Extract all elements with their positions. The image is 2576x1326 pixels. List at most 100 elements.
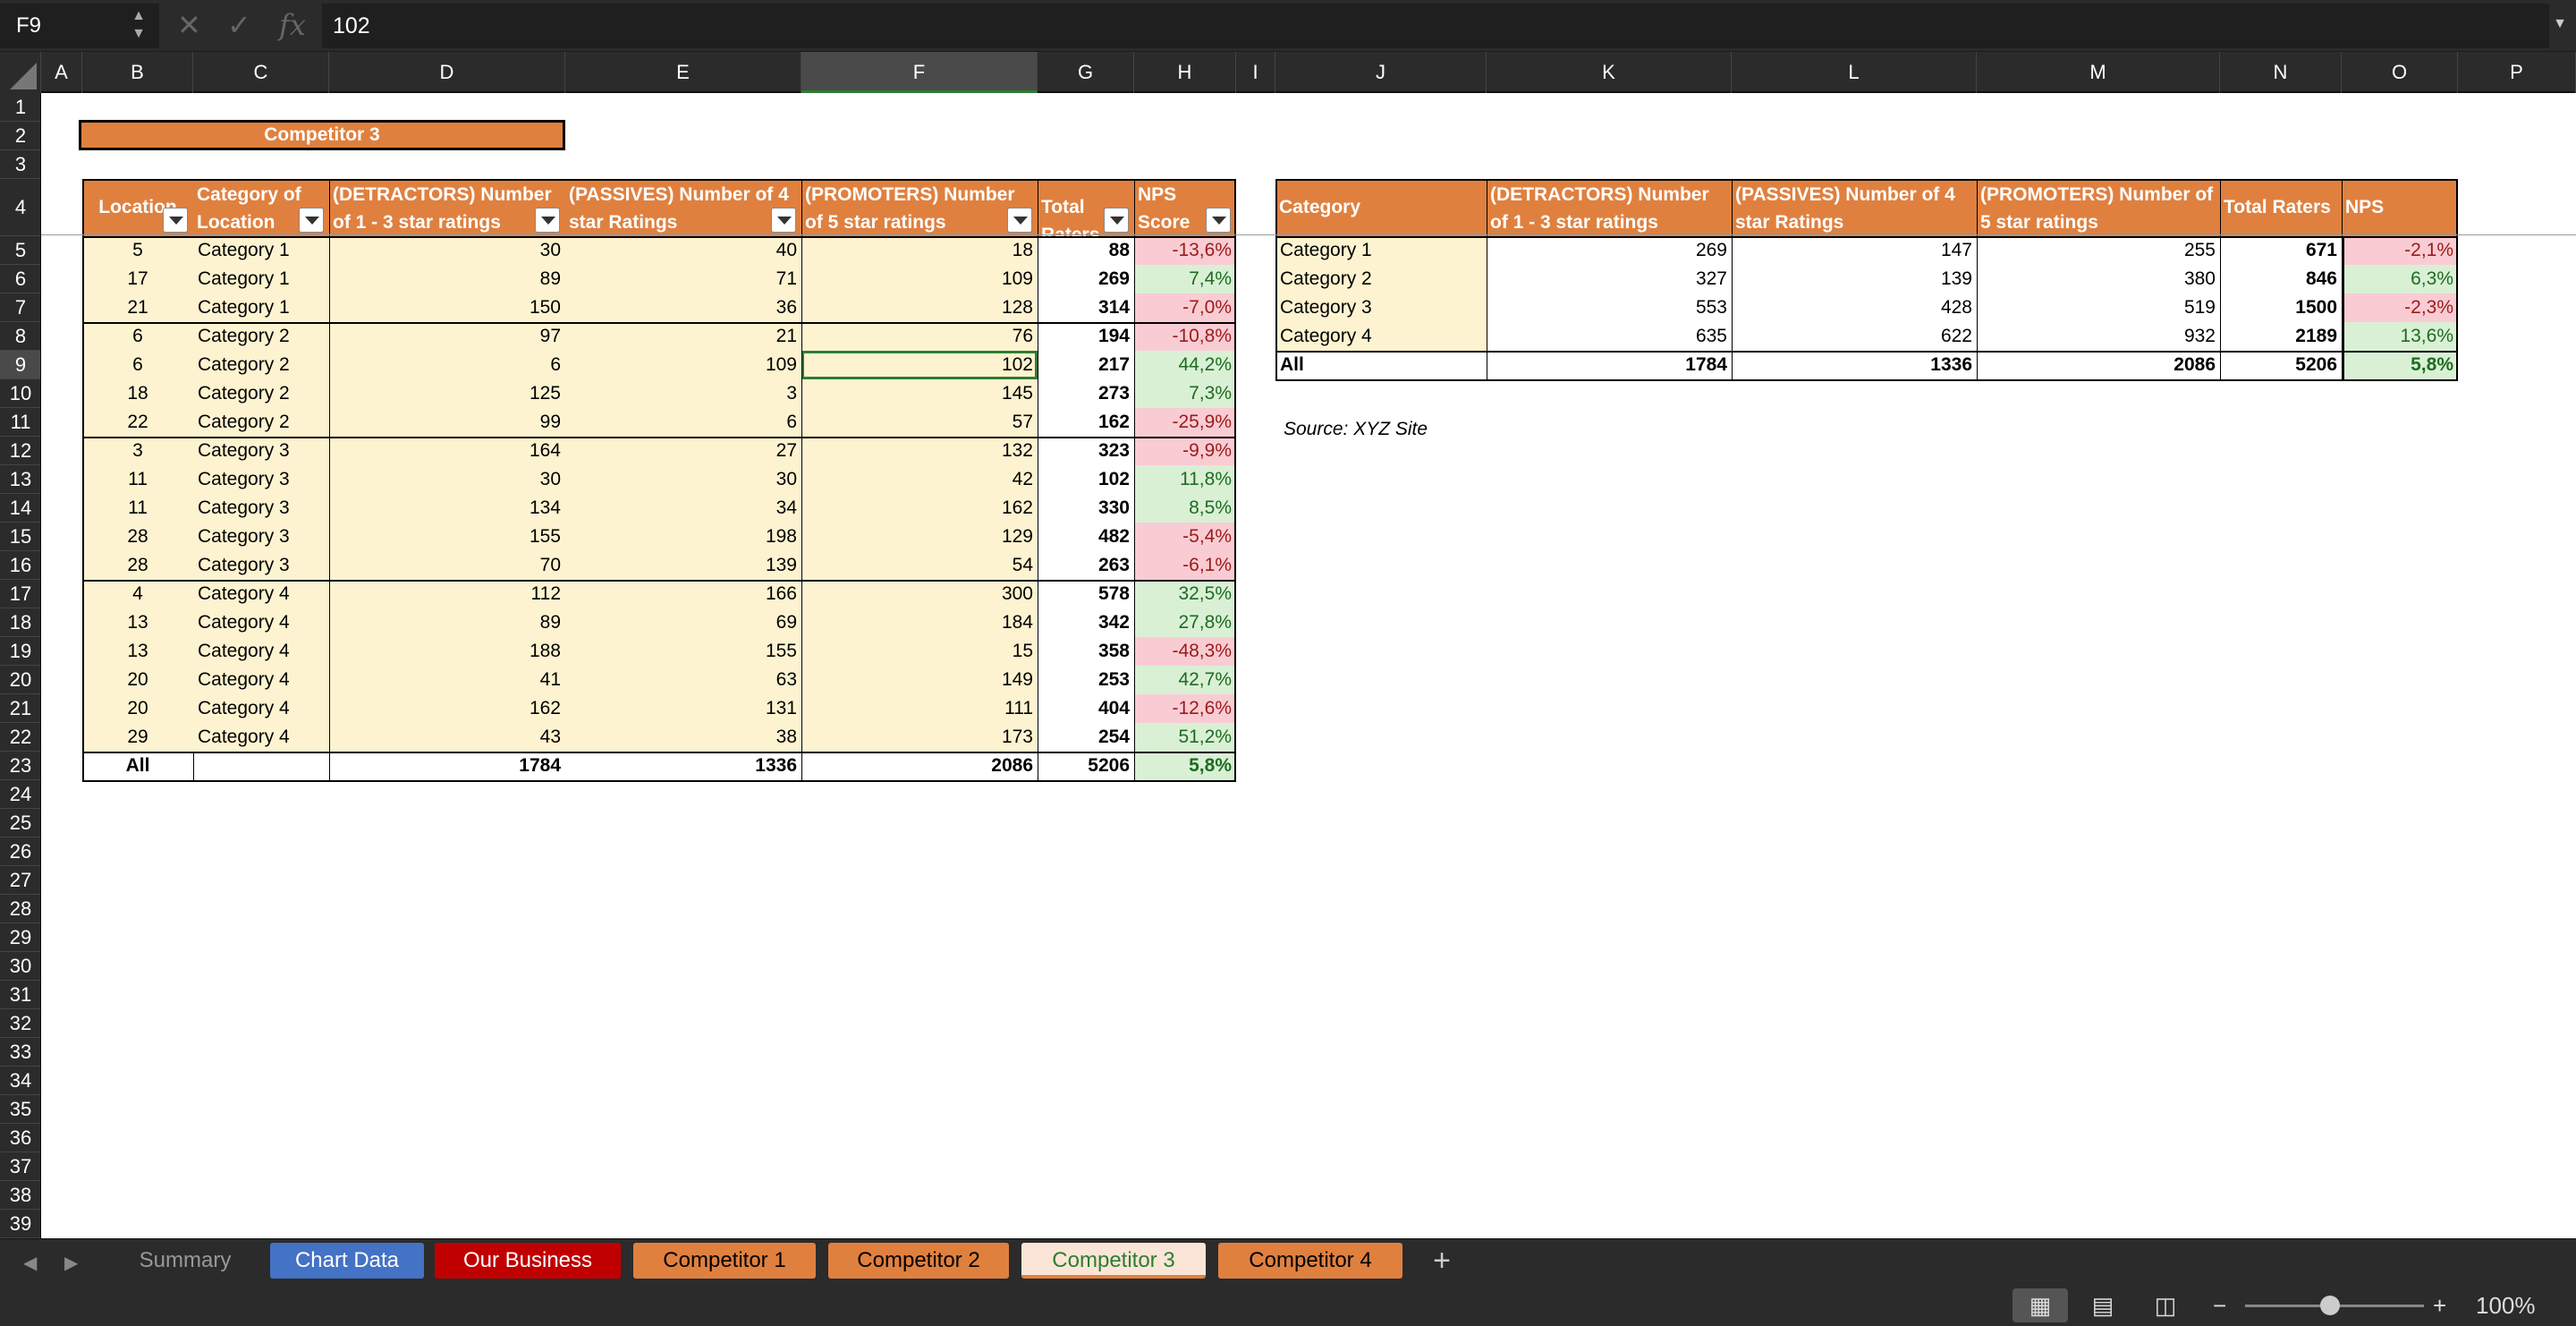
row-header-19[interactable]: 19: [0, 637, 40, 666]
confirm-icon[interactable]: ✓: [227, 9, 251, 41]
right-cell[interactable]: 147: [1732, 236, 1977, 265]
right-total-cell[interactable]: All: [1275, 351, 1487, 379]
tab-chart-data[interactable]: Chart Data: [270, 1243, 424, 1279]
left-cell[interactable]: 129: [801, 523, 1038, 551]
formula-input[interactable]: 102: [322, 4, 2549, 48]
left-cell[interactable]: 8,5%: [1134, 494, 1236, 523]
left-cell[interactable]: 20: [82, 666, 193, 694]
left-cell[interactable]: 6: [329, 351, 565, 379]
left-cell[interactable]: 162: [329, 694, 565, 723]
row-header-12[interactable]: 12: [0, 437, 40, 465]
column-header-f[interactable]: F: [801, 52, 1038, 93]
row-header-32[interactable]: 32: [0, 1009, 40, 1038]
column-header-k[interactable]: K: [1487, 52, 1732, 93]
left-cell[interactable]: 482: [1038, 523, 1134, 551]
row-header-7[interactable]: 7: [0, 293, 40, 322]
left-cell[interactable]: 358: [1038, 637, 1134, 666]
tab-scroll-right-icon[interactable]: ▶: [64, 1252, 78, 1274]
left-cell[interactable]: 21: [82, 293, 193, 322]
left-cell[interactable]: Category 4: [193, 694, 329, 723]
left-cell[interactable]: 578: [1038, 580, 1134, 608]
right-cell[interactable]: 327: [1487, 265, 1732, 293]
left-cell[interactable]: 253: [1038, 666, 1134, 694]
filter-dropdown-icon[interactable]: [299, 208, 324, 233]
function-icon[interactable]: fx: [279, 9, 306, 41]
column-header-g[interactable]: G: [1038, 52, 1134, 93]
tab-competitor-4[interactable]: Competitor 4: [1218, 1243, 1402, 1279]
left-cell[interactable]: 162: [801, 494, 1038, 523]
filter-dropdown-icon[interactable]: [163, 208, 188, 233]
left-cell[interactable]: -10,8%: [1134, 322, 1236, 351]
right-cell[interactable]: 139: [1732, 265, 1977, 293]
zoom-out-button[interactable]: −: [2213, 1292, 2226, 1320]
right-cell[interactable]: 635: [1487, 322, 1732, 351]
left-cell[interactable]: 28: [82, 523, 193, 551]
left-cell[interactable]: 18: [82, 379, 193, 408]
left-cell[interactable]: 132: [801, 437, 1038, 465]
left-cell[interactable]: 63: [565, 666, 801, 694]
column-header-p[interactable]: P: [2458, 52, 2576, 93]
left-cell[interactable]: 69: [565, 608, 801, 637]
left-cell[interactable]: 150: [329, 293, 565, 322]
left-cell[interactable]: -6,1%: [1134, 551, 1236, 580]
left-total-cell[interactable]: All: [82, 752, 193, 780]
row-header-29[interactable]: 29: [0, 923, 40, 952]
left-total-cell[interactable]: 5,8%: [1134, 752, 1236, 780]
left-cell[interactable]: 145: [801, 379, 1038, 408]
left-cell[interactable]: Category 2: [193, 322, 329, 351]
left-cell[interactable]: 139: [565, 551, 801, 580]
left-cell[interactable]: 134: [329, 494, 565, 523]
left-cell[interactable]: -13,6%: [1134, 236, 1236, 265]
left-cell[interactable]: 173: [801, 723, 1038, 752]
right-cell[interactable]: 255: [1977, 236, 2220, 265]
left-cell[interactable]: 269: [1038, 265, 1134, 293]
right-cell[interactable]: 1500: [2220, 293, 2342, 322]
left-cell[interactable]: -12,6%: [1134, 694, 1236, 723]
left-cell[interactable]: 30: [565, 465, 801, 494]
left-cell[interactable]: Category 4: [193, 608, 329, 637]
left-cell[interactable]: 34: [565, 494, 801, 523]
left-cell[interactable]: 32,5%: [1134, 580, 1236, 608]
left-cell[interactable]: 131: [565, 694, 801, 723]
row-header-28[interactable]: 28: [0, 895, 40, 923]
right-total-cell[interactable]: 5206: [2220, 351, 2342, 379]
column-header-h[interactable]: H: [1134, 52, 1236, 93]
left-cell[interactable]: 164: [329, 437, 565, 465]
right-cell[interactable]: Category 3: [1275, 293, 1487, 322]
left-cell[interactable]: 323: [1038, 437, 1134, 465]
column-header-d[interactable]: D: [329, 52, 565, 93]
row-header-27[interactable]: 27: [0, 866, 40, 895]
left-cell[interactable]: 36: [565, 293, 801, 322]
right-cell[interactable]: 671: [2220, 236, 2342, 265]
left-cell[interactable]: 27: [565, 437, 801, 465]
left-cell[interactable]: 155: [329, 523, 565, 551]
left-cell[interactable]: 71: [565, 265, 801, 293]
left-cell[interactable]: Category 4: [193, 666, 329, 694]
left-cell[interactable]: 18: [801, 236, 1038, 265]
column-header-l[interactable]: L: [1732, 52, 1977, 93]
left-cell[interactable]: Category 3: [193, 437, 329, 465]
right-cell[interactable]: Category 1: [1275, 236, 1487, 265]
left-cell[interactable]: 6: [565, 408, 801, 437]
zoom-level[interactable]: 100%: [2476, 1292, 2536, 1320]
left-cell[interactable]: -9,9%: [1134, 437, 1236, 465]
left-cell[interactable]: 42: [801, 465, 1038, 494]
zoom-slider-thumb[interactable]: [2320, 1296, 2340, 1315]
left-cell[interactable]: -25,9%: [1134, 408, 1236, 437]
left-cell[interactable]: Category 4: [193, 580, 329, 608]
worksheet-grid[interactable]: Competitor 3 Source: XYZ Site Location Ca…: [41, 93, 2576, 1238]
left-cell[interactable]: 404: [1038, 694, 1134, 723]
left-cell[interactable]: 29: [82, 723, 193, 752]
page-break-view-icon[interactable]: ◫: [2138, 1288, 2193, 1322]
row-header-20[interactable]: 20: [0, 666, 40, 694]
tab-competitor-2[interactable]: Competitor 2: [828, 1243, 1009, 1279]
left-cell[interactable]: Category 2: [193, 379, 329, 408]
left-cell[interactable]: 300: [801, 580, 1038, 608]
select-all-button[interactable]: [0, 52, 41, 93]
left-cell[interactable]: 155: [565, 637, 801, 666]
row-header-33[interactable]: 33: [0, 1038, 40, 1067]
left-cell[interactable]: -5,4%: [1134, 523, 1236, 551]
left-cell[interactable]: 149: [801, 666, 1038, 694]
left-cell[interactable]: 11: [82, 494, 193, 523]
row-header-36[interactable]: 36: [0, 1124, 40, 1152]
